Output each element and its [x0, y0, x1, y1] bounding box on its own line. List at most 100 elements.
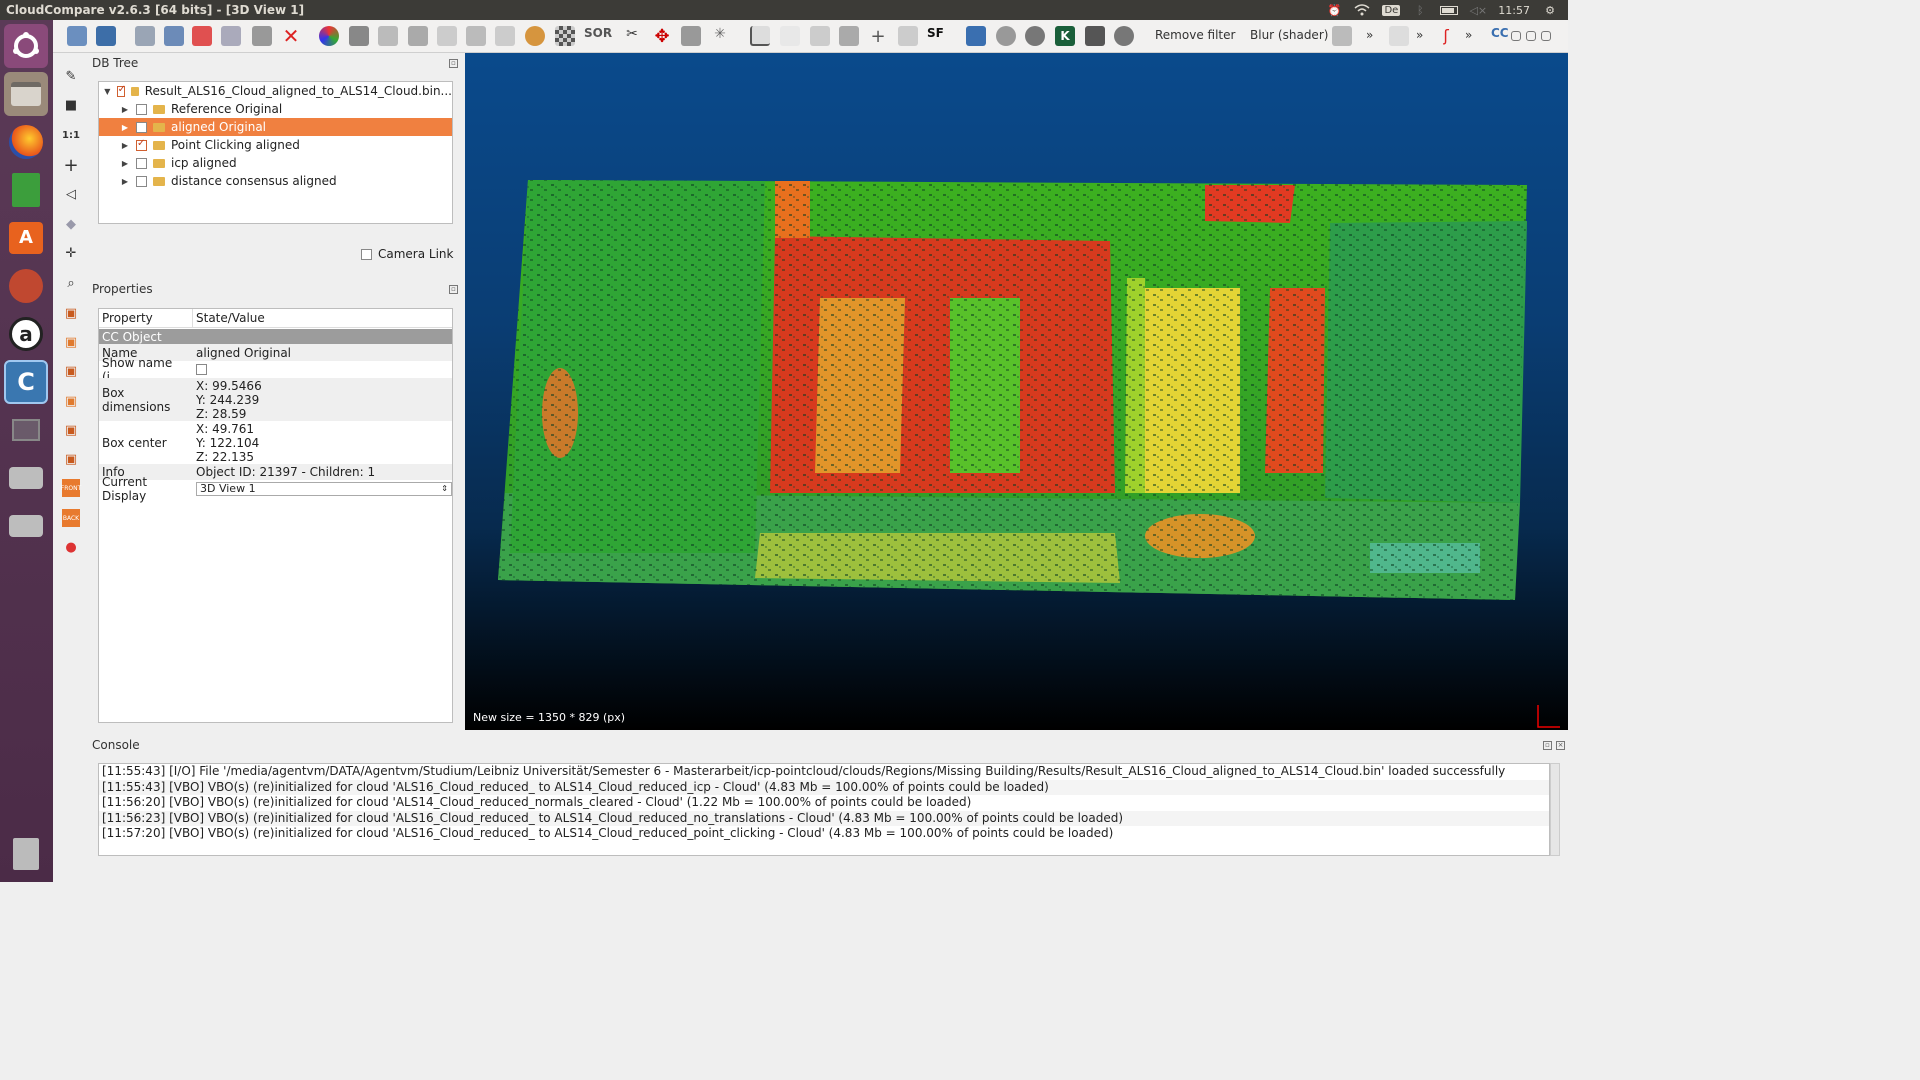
console-scrollbar[interactable] — [1550, 763, 1560, 856]
toolbar-overflow-3[interactable]: » — [1465, 28, 1472, 42]
iso-front-icon[interactable]: FRONT — [61, 479, 81, 497]
toolbar-overflow-2[interactable]: » — [1416, 28, 1423, 42]
s-curve-icon[interactable]: ʃ — [1436, 26, 1456, 46]
drive-icon-2[interactable] — [4, 504, 48, 548]
visibility-checkbox[interactable] — [136, 157, 147, 169]
point-picking-icon[interactable] — [192, 26, 212, 46]
camera-link-checkbox[interactable] — [361, 248, 372, 260]
console-log[interactable]: [11:55:43] [I/O] File '/media/agentvm/DA… — [98, 763, 1550, 856]
translate-rotate-icon[interactable] — [252, 26, 272, 46]
show-name-checkbox[interactable] — [196, 364, 207, 375]
delete-icon[interactable]: ✕ — [281, 26, 301, 46]
iso-back-icon[interactable]: BACK — [62, 509, 80, 527]
translate-icon[interactable]: ✥ — [652, 26, 672, 47]
cc-compare-icon[interactable] — [495, 26, 515, 46]
firefox-icon[interactable] — [4, 120, 48, 164]
speech-icon[interactable] — [1025, 26, 1045, 46]
view-back-icon[interactable]: ▣ — [62, 392, 80, 410]
noise-icon[interactable] — [1085, 26, 1105, 46]
layer-icon[interactable] — [839, 26, 859, 46]
stereo-icon[interactable]: ● — [62, 538, 80, 556]
crosshair-icon[interactable]: + — [62, 155, 80, 176]
bluetooth-icon[interactable]: ᛒ — [1412, 4, 1428, 17]
window-restore-icon[interactable] — [1526, 31, 1536, 41]
plane-icon[interactable] — [681, 26, 701, 46]
pencil-icon[interactable]: ✎ — [62, 67, 80, 85]
cloudcompare-icon[interactable]: C — [4, 360, 48, 404]
tree-item-point-clicking-aligned[interactable]: ▶ Point Clicking aligned — [99, 136, 452, 154]
expand-arrow-icon[interactable]: ▶ — [120, 141, 130, 150]
view-top-icon[interactable]: ▣ — [62, 304, 80, 322]
zoom-one-to-one-button[interactable]: 1:1 — [62, 126, 80, 144]
save-icon[interactable] — [96, 26, 116, 46]
kd-tree-icon[interactable] — [1389, 26, 1409, 46]
visibility-checkbox[interactable] — [136, 138, 147, 151]
property-value[interactable]: aligned Original — [193, 344, 452, 361]
magnifier-icon[interactable]: ⌕ — [62, 274, 80, 292]
software-center-icon[interactable]: A — [4, 216, 48, 260]
system-settings-icon[interactable] — [4, 264, 48, 308]
expand-arrow-icon[interactable]: ▶ — [120, 159, 130, 168]
light-icon[interactable]: ◆ — [62, 215, 80, 233]
amazon-icon[interactable]: a — [4, 312, 48, 356]
volume-icon[interactable]: ◁× — [1469, 4, 1487, 17]
tree-item-aligned-original[interactable]: ▶ aligned Original — [99, 118, 452, 136]
alarm-icon[interactable]: ⏰ — [1326, 4, 1342, 17]
workspace-switcher-icon[interactable] — [4, 408, 48, 452]
bunny-icon[interactable] — [525, 26, 545, 46]
blur-shader-button[interactable]: Blur (shader) — [1250, 28, 1328, 42]
mesh-icon[interactable] — [408, 26, 428, 46]
console-close-button[interactable]: × — [1556, 741, 1565, 750]
visibility-checkbox[interactable] — [116, 84, 126, 97]
wifi-icon[interactable] — [1354, 4, 1370, 16]
visibility-checkbox[interactable] — [136, 103, 147, 115]
sor-filter-icon[interactable]: SOR — [584, 26, 612, 46]
scissors-icon[interactable]: ✂ — [622, 26, 642, 46]
expand-arrow-icon[interactable]: ▶ — [120, 177, 130, 186]
options-icon[interactable] — [135, 26, 155, 46]
open-icon[interactable] — [67, 26, 87, 46]
scatter-icon[interactable] — [437, 26, 457, 46]
keyboard-layout-indicator[interactable]: De — [1382, 4, 1401, 16]
properties-list-icon[interactable] — [164, 26, 184, 46]
camera-icon[interactable]: ■ — [62, 96, 80, 114]
cc-window-icon[interactable]: CC — [1491, 26, 1511, 46]
camera-link-toggle[interactable]: Camera Link — [361, 247, 453, 261]
subsample-icon[interactable] — [378, 26, 398, 46]
drive-icon[interactable] — [4, 456, 48, 500]
tree-item-root[interactable]: ▼ Result_ALS16_Cloud_aligned_to_ALS14_Cl… — [99, 82, 452, 100]
window-close-icon[interactable] — [1541, 31, 1551, 41]
trash-icon[interactable] — [4, 832, 48, 876]
visibility-checkbox[interactable] — [136, 121, 147, 133]
property-column-header[interactable]: Property — [99, 309, 193, 327]
view-right-icon[interactable]: ▣ — [62, 421, 80, 439]
min-max-icon[interactable] — [810, 26, 830, 46]
register-icon[interactable] — [466, 26, 486, 46]
scalar-field-icon[interactable]: SF — [927, 26, 947, 46]
ubuntu-dash-icon[interactable] — [4, 24, 48, 68]
normals-icon[interactable] — [349, 26, 369, 46]
pivot-icon[interactable]: ✛ — [62, 244, 80, 262]
view-front-icon[interactable]: ▣ — [62, 333, 80, 351]
view-bottom-icon[interactable]: ▣ — [62, 450, 80, 468]
clock[interactable]: 11:57 — [1498, 4, 1530, 17]
wave-icon[interactable] — [996, 26, 1016, 46]
perspective-icon[interactable]: ◁ — [62, 185, 80, 203]
histogram-icon[interactable] — [750, 26, 770, 46]
expand-arrow-icon[interactable]: ▶ — [120, 105, 130, 114]
expand-arrow-icon[interactable]: ▼ — [104, 87, 111, 96]
graph-icon[interactable] — [780, 26, 800, 46]
tree-item-reference-original[interactable]: ▶ Reference Original — [99, 100, 452, 118]
property-row-show-name[interactable]: Show name (i... — [99, 356, 452, 384]
toolbar-overflow-1[interactable]: » — [1366, 28, 1373, 42]
k-icon[interactable]: K — [1055, 26, 1075, 46]
tree-item-distance-consensus-aligned[interactable]: ▶ distance consensus aligned — [99, 172, 452, 190]
properties-float-button[interactable]: ▫ — [449, 285, 458, 294]
color-rgb-icon[interactable] — [319, 26, 339, 46]
window-minimize-icon[interactable] — [1511, 31, 1521, 41]
segment-icon[interactable] — [221, 26, 241, 46]
view-left-icon[interactable]: ▣ — [62, 362, 80, 380]
remove-filter-button[interactable]: Remove filter — [1155, 28, 1235, 42]
power-gear-icon[interactable]: ⚙ — [1542, 4, 1558, 17]
add-icon[interactable]: + — [868, 26, 888, 47]
